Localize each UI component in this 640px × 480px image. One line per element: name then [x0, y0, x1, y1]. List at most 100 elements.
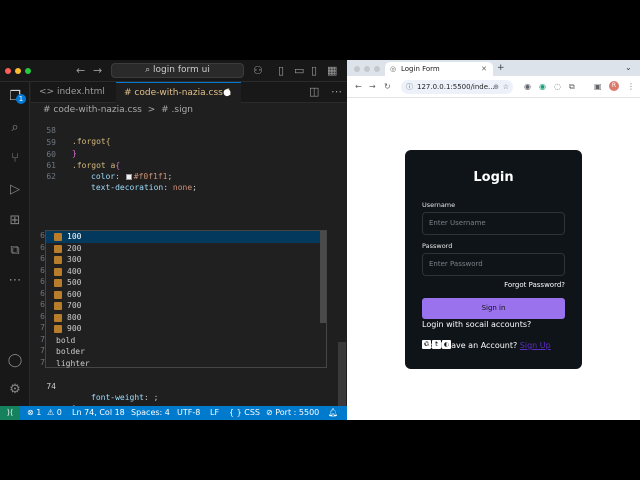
- extension-icon[interactable]: ◉: [524, 82, 531, 92]
- notifications-bell-icon[interactable]: 🔔︎: [328, 406, 338, 420]
- status-errors[interactable]: ⊗ 1: [27, 406, 41, 420]
- close-tab-icon[interactable]: ✕: [481, 62, 487, 76]
- social-login-text: Login with socail accounts?: [422, 320, 532, 329]
- code-line: 60 .forgot a{: [31, 138, 347, 170]
- source-control-icon[interactable]: ⑂: [6, 150, 24, 168]
- status-live-server-port[interactable]: ⊘ Port : 5500: [266, 406, 319, 420]
- remote-indicator-icon[interactable]: ⟩⟨: [0, 406, 20, 420]
- suggestion-item[interactable]: 700: [46, 300, 326, 312]
- suggestion-item[interactable]: 800: [46, 312, 326, 324]
- tab-search-chevron-icon[interactable]: ⌄: [625, 62, 632, 74]
- back-arrow-icon[interactable]: ←: [76, 64, 85, 78]
- minimize-window-button[interactable]: [364, 66, 370, 72]
- tab-code-with-nazia-css[interactable]: # code-with-nazia.css 1 ●: [116, 82, 241, 103]
- suggestion-scrollbar[interactable]: [320, 231, 326, 323]
- zoom-window-button[interactable]: [25, 68, 31, 74]
- colon: :: [115, 172, 120, 181]
- profile-avatar[interactable]: R: [609, 81, 619, 91]
- line-number: 6: [40, 311, 45, 321]
- suggestion-label: 400: [67, 266, 82, 276]
- sign-up-link[interactable]: Sign Up: [520, 341, 551, 350]
- address-bar[interactable]: ⓘ 127.0.0.1:5500/inde... ⊕ ☆: [401, 80, 513, 94]
- account-icon[interactable]: ◯: [6, 352, 24, 370]
- suggestion-item[interactable]: lighter: [46, 358, 326, 370]
- editor-scrollbar[interactable]: [338, 342, 346, 414]
- suggestion-label: bold: [56, 335, 76, 345]
- browser-tab-login-form[interactable]: ◎ Login Form ✕: [385, 62, 493, 76]
- search-icon: ⌕: [145, 65, 154, 75]
- close-window-button[interactable]: [5, 68, 11, 74]
- extension-icon[interactable]: ◌: [554, 82, 561, 92]
- colon: :: [143, 393, 149, 402]
- suggestion-item[interactable]: 200: [46, 243, 326, 255]
- remote-explorer-icon[interactable]: ⧉: [6, 242, 24, 260]
- search-view-icon[interactable]: ⌕: [6, 119, 24, 137]
- new-tab-button[interactable]: +: [497, 62, 505, 74]
- suggestion-item[interactable]: bolder: [46, 346, 326, 358]
- back-arrow-icon[interactable]: ←: [355, 82, 362, 92]
- suggestion-item[interactable]: 100: [46, 231, 326, 243]
- editor-tabs: <> index.html # code-with-nazia.css 1 ● …: [31, 82, 347, 103]
- zoom-window-button[interactable]: [374, 66, 380, 72]
- more-actions-icon[interactable]: ⋯: [331, 85, 342, 99]
- status-cursor-position[interactable]: Ln 74, Col 18: [72, 406, 125, 420]
- copilot-icon[interactable]: ⚇: [253, 64, 263, 78]
- suggestion-item[interactable]: 600: [46, 289, 326, 301]
- settings-gear-icon[interactable]: ⚙: [6, 381, 24, 399]
- status-indentation[interactable]: Spaces: 4: [131, 406, 170, 420]
- line-number: 6: [40, 231, 45, 240]
- value-icon: [54, 256, 62, 264]
- layout-panel-icon[interactable]: ▭: [294, 64, 304, 78]
- suggestion-label: 200: [67, 243, 82, 253]
- sign-in-button[interactable]: Sign in: [422, 298, 565, 319]
- extension-icon[interactable]: ◉: [539, 82, 546, 92]
- layout-secondary-sidebar-icon[interactable]: ▯: [311, 64, 317, 78]
- split-editor-icon[interactable]: ◫: [309, 85, 319, 99]
- layout-sidebar-icon[interactable]: ▯: [278, 64, 284, 78]
- value-icon: [54, 313, 62, 322]
- login-card: Login Username Enter Username Password E…: [405, 150, 582, 369]
- extensions-icon[interactable]: ⊞: [6, 212, 24, 230]
- unsaved-dot-icon[interactable]: ●: [223, 83, 231, 104]
- more-icon[interactable]: ⋯: [6, 272, 24, 290]
- color-swatch-icon[interactable]: [125, 174, 132, 180]
- suggestion-item[interactable]: 500: [46, 277, 326, 289]
- command-center-search[interactable]: ⌕ login form ui: [111, 63, 244, 78]
- status-encoding[interactable]: UTF-8: [177, 406, 200, 420]
- close-window-button[interactable]: [354, 66, 360, 72]
- suggestion-item[interactable]: 900: [46, 323, 326, 335]
- status-warnings[interactable]: ⚠ 0: [47, 406, 62, 420]
- side-panel-icon[interactable]: ▣: [594, 82, 602, 92]
- forgot-password-link[interactable]: Forgot Password?: [504, 281, 565, 289]
- zoom-icon[interactable]: ⊕: [493, 80, 499, 94]
- social-icons: Gt ◐: [422, 331, 452, 349]
- site-info-icon[interactable]: ⓘ: [406, 80, 413, 94]
- semicolon: ;: [167, 172, 173, 181]
- suggestion-item[interactable]: 300: [46, 254, 326, 266]
- menu-kebab-icon[interactable]: ⋮: [627, 82, 635, 92]
- bookmark-star-icon[interactable]: ☆: [503, 80, 509, 94]
- value-icon: [54, 244, 62, 253]
- run-debug-icon[interactable]: ▷: [6, 181, 24, 199]
- status-language[interactable]: { } CSS: [229, 406, 260, 420]
- username-input[interactable]: Enter Username: [422, 212, 565, 235]
- line-number: 6: [40, 254, 45, 263]
- status-eol[interactable]: LF: [210, 406, 219, 420]
- reload-icon[interactable]: ↻: [384, 82, 391, 92]
- value-icon: [54, 233, 62, 241]
- forward-arrow-icon[interactable]: →: [369, 82, 376, 92]
- customize-layout-icon[interactable]: ▦: [327, 64, 337, 78]
- minimize-window-button[interactable]: [15, 68, 21, 74]
- suggestion-label: 100: [67, 232, 82, 241]
- suggestion-item[interactable]: 400: [46, 266, 326, 278]
- suggestion-label: lighter: [56, 358, 90, 368]
- password-input[interactable]: Enter Password: [422, 253, 565, 276]
- suggestion-widget: 100 200 300 400 500 600 700 800 900 bold…: [45, 230, 327, 368]
- tab-index-html[interactable]: <> index.html: [31, 82, 116, 103]
- line-number: 6: [40, 277, 45, 286]
- extensions-puzzle-icon[interactable]: ⧉: [569, 82, 575, 92]
- forward-arrow-icon[interactable]: →: [93, 64, 102, 78]
- suggestion-label: 600: [67, 289, 82, 299]
- suggestion-item[interactable]: bold: [46, 335, 326, 347]
- cursor-semicolon: ;: [153, 393, 159, 402]
